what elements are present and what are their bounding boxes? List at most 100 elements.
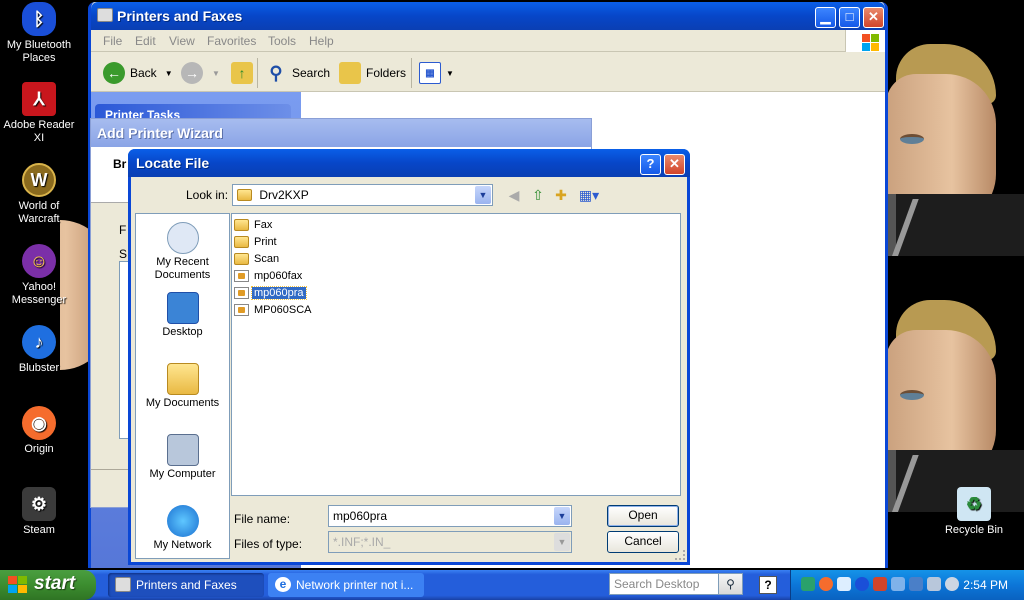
menu-help[interactable]: Help [309, 34, 334, 48]
chevron-down-icon: ▼ [554, 533, 570, 551]
minimize-button[interactable]: ▁ [815, 7, 836, 28]
desktop-icon-warcraft[interactable]: W World of Warcraft [1, 163, 77, 226]
desktop-icon-label: Adobe Reader XI [3, 119, 75, 144]
views-button[interactable]: ▦ ▼ [419, 61, 454, 85]
desktop-icon-label: World of Warcraft [18, 200, 60, 225]
resize-grip-icon[interactable] [675, 550, 685, 560]
computer-icon [166, 434, 199, 466]
printer-icon [97, 8, 113, 22]
chevron-down-icon: ▼ [446, 68, 454, 78]
search-desktop-input[interactable]: Search Desktop ⚲ [609, 573, 743, 595]
desktop-icon-origin[interactable]: ◉ Origin [1, 406, 77, 456]
printer-icon [115, 577, 131, 592]
close-button[interactable]: ✕ [664, 154, 685, 175]
up-folder-icon[interactable]: ⇧ [529, 186, 547, 204]
recycle-bin-icon: ♻ [957, 487, 991, 521]
wizard-text-fragment: S [119, 247, 128, 261]
folder-icon [234, 236, 249, 248]
desktop-icon-recycle-bin[interactable]: ♻ Recycle Bin [936, 487, 1012, 537]
documents-folder-icon [166, 363, 199, 395]
taskbar-item-browser[interactable]: e Network printer not i... [268, 573, 424, 597]
place-my-network[interactable]: My Network [136, 505, 229, 552]
chevron-down-icon[interactable]: ▼ [475, 186, 491, 204]
desktop-icon-blubster[interactable]: ♪ Blubster [1, 325, 77, 375]
display-tray-icon[interactable] [909, 577, 923, 591]
origin-tray-icon[interactable] [819, 577, 833, 591]
network-icon [166, 505, 199, 537]
wizard-text-fragment: F [119, 223, 127, 237]
back-icon[interactable]: ◀ [505, 186, 523, 204]
network-tray-icon[interactable] [801, 577, 815, 591]
device-tray-icon[interactable] [891, 577, 905, 591]
dialog-titlebar[interactable]: Locate File ? ✕ [128, 149, 690, 177]
chevron-down-icon: ▼ [212, 68, 220, 78]
toolbar: ← Back ▼ → ▼ ↑ ⚲ Search Folders ▦ ▼ [91, 52, 885, 92]
menu-edit[interactable]: Edit [135, 34, 156, 48]
search-icon[interactable]: ⚲ [718, 574, 742, 594]
place-label: My Computer [149, 468, 216, 480]
desktop-icon-yahoo[interactable]: ☺ Yahoo! Messenger [1, 244, 77, 307]
place-label: My Network [153, 539, 212, 551]
file-list-item[interactable]: Scan [234, 251, 281, 267]
files-of-type-value: *.INF;*.IN_ [333, 535, 391, 549]
views-menu-icon[interactable]: ▦▾ [576, 186, 602, 204]
desktop-icon-label: Steam [23, 524, 55, 536]
open-button[interactable]: Open [607, 505, 679, 527]
window-titlebar[interactable]: Printers and Faxes ▁ □ ✕ [91, 2, 885, 30]
place-recent-documents[interactable]: My Recent Documents [136, 222, 229, 282]
wizard-title[interactable]: Add Printer Wizard [91, 119, 591, 147]
forward-button[interactable]: → ▼ [181, 61, 220, 85]
new-folder-icon[interactable]: ✚ [552, 186, 570, 204]
chevron-down-icon[interactable]: ▼ [554, 507, 570, 525]
clock: 2:54 PM [963, 578, 1008, 592]
file-name-input[interactable]: mp060pra ▼ [328, 505, 572, 527]
file-list-item-selected[interactable]: mp060pra [234, 285, 307, 301]
folders-button[interactable]: Folders [339, 61, 406, 85]
desktop-icon-steam[interactable]: ⚙ Steam [1, 487, 77, 537]
computer-tray-icon[interactable] [927, 577, 941, 591]
file-list-item[interactable]: MP060SCA [234, 302, 313, 318]
taskbar-item-printers-and-faxes[interactable]: Printers and Faxes [108, 573, 264, 597]
security-tray-icon[interactable] [873, 577, 887, 591]
back-button[interactable]: ← Back ▼ [103, 61, 173, 85]
blubster-icon: ♪ [22, 325, 56, 359]
chevron-down-icon: ▼ [164, 68, 173, 78]
help-button[interactable]: ? [640, 154, 661, 175]
forward-arrow-icon: → [181, 62, 203, 84]
setup-info-file-icon [234, 270, 249, 282]
file-list-item[interactable]: Print [234, 234, 279, 250]
place-label: My Recent Documents [154, 256, 211, 281]
desktop-icon-label: Origin [24, 443, 54, 455]
search-button[interactable]: ⚲ Search [265, 61, 330, 85]
volume-tray-icon[interactable] [945, 577, 959, 591]
menu-file[interactable]: File [103, 34, 122, 48]
maximize-button[interactable]: □ [839, 7, 860, 28]
search-desktop-placeholder: Search Desktop [614, 577, 700, 591]
menu-view[interactable]: View [169, 34, 195, 48]
place-my-documents[interactable]: My Documents [136, 363, 229, 410]
look-in-combo[interactable]: Drv2KXP ▼ [232, 184, 493, 206]
help-icon[interactable]: ? [759, 576, 777, 594]
folder-icon [234, 219, 249, 231]
desktop-icon-adobe-reader[interactable]: ⅄ Adobe Reader XI [1, 82, 77, 145]
cancel-button[interactable]: Cancel [607, 531, 679, 553]
menu-favorites[interactable]: Favorites [207, 34, 256, 48]
file-list[interactable]: Fax Print Scan mp060fax mp060pra MP060SC… [231, 213, 681, 496]
search-tray-icon[interactable] [837, 577, 851, 591]
warcraft-icon: W [22, 163, 56, 197]
desktop-icon-bluetooth[interactable]: ᛒ My Bluetooth Places [1, 2, 77, 65]
folder-icon [234, 253, 249, 265]
up-folder-icon: ↑ [231, 62, 253, 84]
place-desktop[interactable]: Desktop [136, 292, 229, 339]
file-list-item[interactable]: Fax [234, 217, 274, 233]
menu-tools[interactable]: Tools [268, 34, 296, 48]
file-list-item[interactable]: mp060fax [234, 268, 304, 284]
file-name-label: File name: [234, 512, 291, 526]
start-label: start [34, 573, 76, 594]
bluetooth-tray-icon[interactable] [855, 577, 869, 591]
up-folder-button[interactable]: ↑ [231, 61, 258, 85]
place-my-computer[interactable]: My Computer [136, 434, 229, 481]
close-button[interactable]: ✕ [863, 7, 884, 28]
setup-info-file-icon [234, 287, 249, 299]
start-button[interactable]: start [0, 570, 96, 600]
